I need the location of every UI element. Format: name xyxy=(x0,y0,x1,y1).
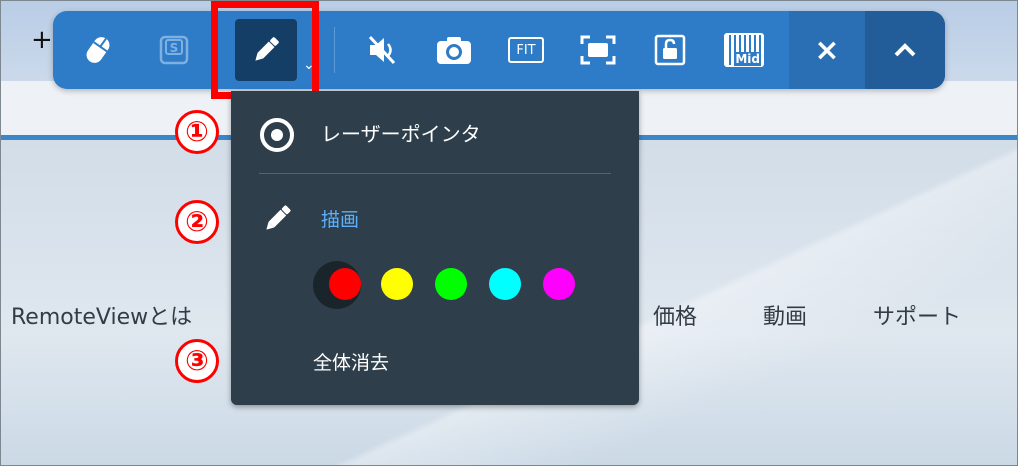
fullscreen-icon xyxy=(580,35,616,65)
unlock-icon xyxy=(654,34,686,66)
keyboard-s-icon: S xyxy=(159,35,189,65)
color-swatch-red[interactable] xyxy=(329,268,361,300)
fit-icon: FIT xyxy=(508,37,544,63)
screenshot-button[interactable] xyxy=(425,21,483,79)
lock-button[interactable] xyxy=(641,21,699,79)
draw-pencil-icon xyxy=(259,201,295,241)
color-swatch-green[interactable] xyxy=(435,268,467,300)
keyboard-shortcut-button[interactable]: S xyxy=(145,21,203,79)
keyboard-mid-button[interactable]: Mid xyxy=(715,21,773,79)
annotation-number-3: ③ xyxy=(175,339,219,383)
new-tab-button[interactable]: + xyxy=(31,25,53,55)
toolbar-separator xyxy=(334,27,335,73)
annotation-number-1: ① xyxy=(175,110,219,154)
fit-button[interactable]: FIT xyxy=(497,21,555,79)
mid-label: Mid xyxy=(734,52,761,66)
mouse-button[interactable] xyxy=(69,21,127,79)
nav-link-video[interactable]: 動画 xyxy=(763,299,807,331)
color-swatch-yellow[interactable] xyxy=(381,268,413,300)
laser-pointer-option[interactable]: レーザーポインタ xyxy=(321,118,481,147)
remote-toolbar: S ⌄ FIT Mid × xyxy=(53,11,945,89)
mouse-icon xyxy=(86,37,110,63)
mute-button[interactable] xyxy=(353,21,411,79)
keyboard-mid-icon: Mid xyxy=(724,33,764,67)
chevron-up-icon xyxy=(894,43,916,57)
fit-label: FIT xyxy=(516,42,536,58)
screenshot-frame: + RemoteViewとは 価格 動画 サポート S ⌄ FIT Mid × … xyxy=(0,0,1018,466)
close-icon: × xyxy=(814,32,840,68)
speaker-muted-icon xyxy=(368,35,396,65)
nav-link-support[interactable]: サポート xyxy=(873,299,961,331)
fullscreen-button[interactable] xyxy=(569,21,627,79)
pen-dropdown-menu: レーザーポインタ 描画 全体消去 xyxy=(231,91,639,405)
collapse-toolbar-button[interactable] xyxy=(865,11,945,89)
close-button[interactable]: × xyxy=(789,11,865,89)
svg-text:S: S xyxy=(170,41,179,55)
clear-all-option[interactable]: 全体消去 xyxy=(313,348,389,375)
color-swatch-magenta[interactable] xyxy=(543,268,575,300)
menu-divider xyxy=(259,173,611,174)
laser-pointer-icon xyxy=(257,115,297,159)
nav-link-about[interactable]: RemoteViewとは xyxy=(11,299,192,331)
color-swatch-cyan[interactable] xyxy=(489,268,521,300)
draw-option[interactable]: 描画 xyxy=(321,205,359,232)
nav-link-price[interactable]: 価格 xyxy=(653,299,697,331)
camera-icon xyxy=(437,37,471,64)
pen-highlight-box xyxy=(211,1,319,99)
annotation-number-2: ② xyxy=(175,200,219,244)
